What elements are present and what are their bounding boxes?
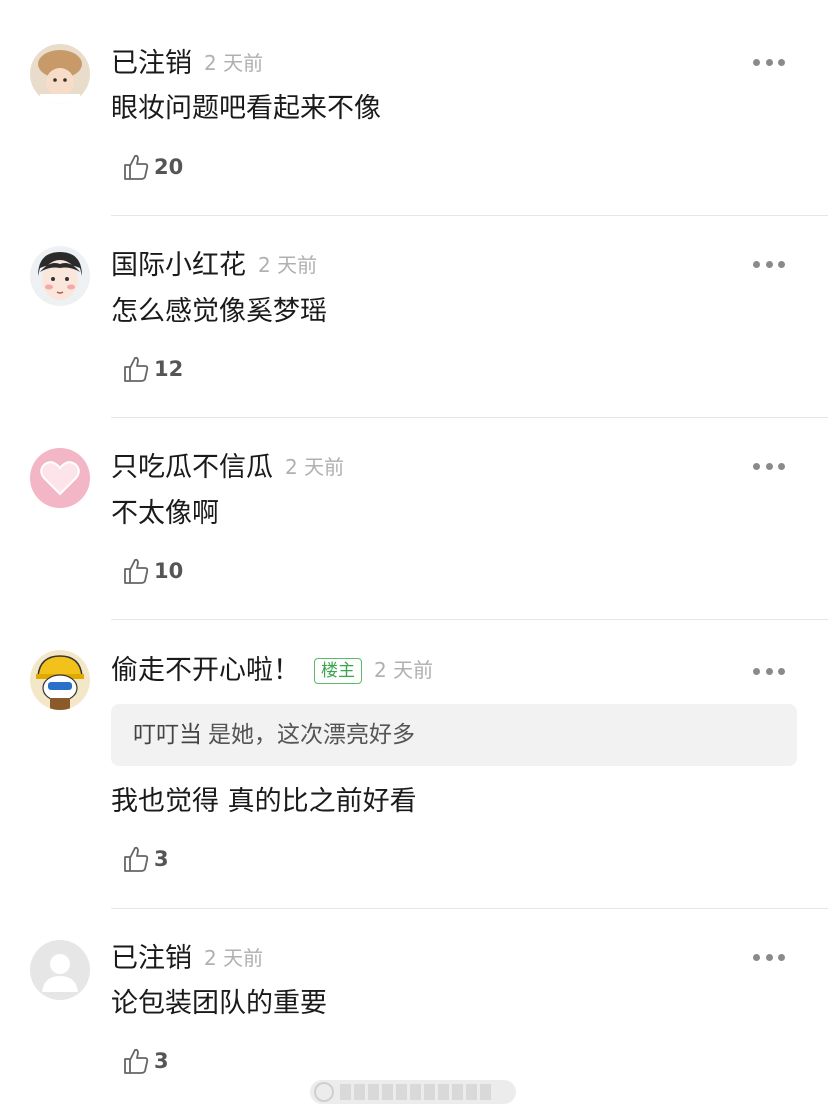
timestamp: 2 天前 (285, 455, 345, 479)
divider (111, 908, 828, 909)
username[interactable]: 只吃瓜不信瓜 2 天前 (111, 451, 344, 484)
comment-text: 我也觉得 真的比之前好看 (111, 786, 417, 817)
more-options-icon[interactable] (753, 259, 785, 269)
username-text[interactable]: 国际小红花 (111, 250, 246, 281)
user-avatar[interactable] (30, 246, 90, 306)
timestamp: 2 天前 (204, 51, 264, 75)
user-avatar[interactable] (30, 940, 90, 1000)
more-options-icon[interactable] (753, 461, 785, 471)
more-options-icon[interactable] (753, 57, 785, 67)
comment-text: 眼妆问题吧看起来不像 (111, 93, 381, 124)
comment-text: 论包装团队的重要 (111, 988, 327, 1019)
like-count: 20 (154, 155, 184, 179)
timestamp: 2 天前 (374, 658, 434, 682)
watermark (310, 1080, 516, 1104)
like-button[interactable]: 20 (120, 150, 183, 184)
thumbs-up-icon (124, 558, 149, 584)
op-badge: 楼主 (314, 658, 362, 684)
user-avatar[interactable] (30, 44, 90, 104)
thumbs-up-icon (124, 154, 149, 180)
username-text[interactable]: 只吃瓜不信瓜 (111, 452, 273, 483)
username-text[interactable]: 已注销 (111, 943, 192, 974)
comment-text: 怎么感觉像奚梦瑶 (111, 296, 327, 327)
user-avatar[interactable] (30, 448, 90, 508)
user-avatar[interactable] (30, 650, 90, 710)
more-options-icon[interactable] (753, 666, 785, 676)
username[interactable]: 已注销 2 天前 (111, 47, 263, 80)
avatar-default-user (30, 940, 90, 1000)
like-count: 3 (154, 847, 169, 871)
username[interactable]: 国际小红花 2 天前 (111, 249, 317, 282)
like-count: 10 (154, 559, 184, 583)
like-button[interactable]: 10 (120, 554, 183, 588)
divider (111, 215, 828, 216)
avatar-cartoon-face (30, 246, 90, 306)
divider (111, 619, 828, 620)
avatar-cartoon-hat (30, 44, 90, 104)
username-text[interactable]: 已注销 (111, 48, 192, 79)
quoted-reply[interactable]: 叮叮当 是她，这次漂亮好多 (111, 704, 797, 766)
thumbs-up-icon (124, 356, 149, 382)
comment-text: 不太像啊 (111, 498, 219, 529)
weibo-logo-icon (314, 1082, 334, 1102)
username[interactable]: 偷走不开心啦！ 楼主 2 天前 (111, 654, 433, 687)
like-count: 3 (154, 1049, 169, 1073)
quoted-username[interactable]: 叮叮当 (133, 722, 202, 748)
divider (111, 417, 828, 418)
timestamp: 2 天前 (204, 946, 264, 970)
quoted-text: 是她，这次漂亮好多 (208, 722, 415, 748)
avatar-pink-heart (30, 448, 90, 508)
like-button[interactable]: 12 (120, 352, 183, 386)
username[interactable]: 已注销 2 天前 (111, 942, 263, 975)
like-button[interactable]: 3 (120, 1044, 169, 1078)
more-options-icon[interactable] (753, 952, 785, 962)
like-button[interactable]: 3 (120, 842, 169, 876)
username-text[interactable]: 偷走不开心啦！ (111, 655, 300, 686)
avatar-cartoon-worker (30, 650, 90, 710)
thumbs-up-icon (124, 846, 149, 872)
thumbs-up-icon (124, 1048, 149, 1074)
timestamp: 2 天前 (258, 253, 318, 277)
like-count: 12 (154, 357, 184, 381)
